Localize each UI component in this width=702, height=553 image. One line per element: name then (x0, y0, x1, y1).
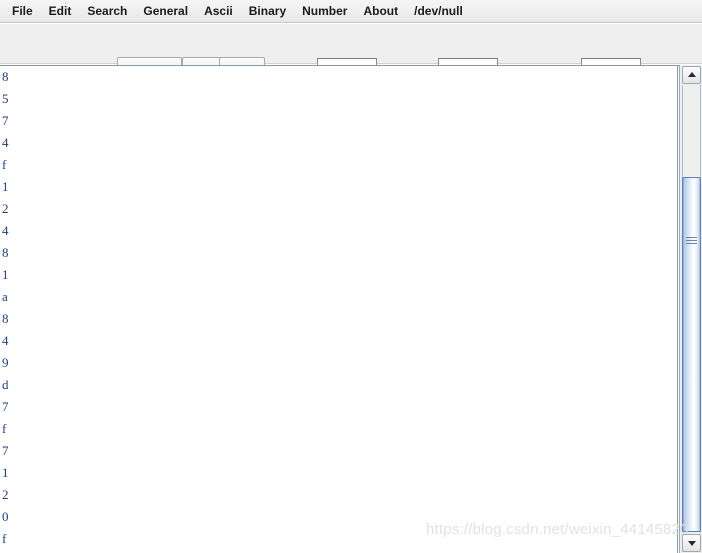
text-line: 4 (2, 333, 9, 348)
text-line: f (2, 421, 7, 436)
text-line: 2 (2, 487, 9, 502)
text-editor-pane: 8574f12481a849d7f7120f89c (0, 65, 702, 553)
text-line: f (2, 531, 7, 546)
text-line: a (2, 289, 8, 304)
menu-item-search[interactable]: Search (79, 2, 135, 20)
vertical-scrollbar[interactable] (679, 65, 702, 553)
text-line: 7 (2, 113, 9, 128)
scroll-down-arrow-icon (687, 541, 696, 546)
toolbar: History 7/7 Clear < > InRadix OutRadix B… (0, 24, 702, 82)
scroll-up-arrow-icon (687, 72, 696, 77)
text-line: 5 (2, 91, 9, 106)
text-line: 7 (2, 399, 9, 414)
scrollbar-grip-icon (686, 236, 697, 246)
text-line: 1 (2, 267, 9, 282)
text-line: 4 (2, 135, 9, 150)
scroll-up-button[interactable] (682, 66, 701, 84)
application-window: File Edit Search General Ascii Binary Nu… (0, 0, 702, 553)
menu-item-number[interactable]: Number (294, 2, 355, 20)
text-line: 9 (2, 355, 9, 370)
text-line: f (2, 157, 7, 172)
text-line: 4 (2, 223, 9, 238)
text-line: 2 (2, 201, 9, 216)
text-line: 7 (2, 443, 9, 458)
menu-item-file[interactable]: File (4, 2, 41, 20)
menu-item-about[interactable]: About (355, 2, 406, 20)
menu-item-edit[interactable]: Edit (41, 2, 80, 20)
text-line: 8 (2, 245, 9, 260)
menu-item-ascii[interactable]: Ascii (196, 2, 241, 20)
menu-bar: File Edit Search General Ascii Binary Nu… (0, 0, 702, 23)
menu-item-dev-null[interactable]: /dev/null (406, 2, 471, 20)
text-line: 8 (2, 311, 9, 326)
text-content: 8574f12481a849d7f7120f89c (2, 66, 9, 553)
scrollbar-thumb[interactable] (682, 177, 701, 532)
scroll-down-button[interactable] (682, 534, 701, 552)
text-line: 0 (2, 509, 9, 524)
text-line: 1 (2, 465, 9, 480)
text-editor-area[interactable]: 8574f12481a849d7f7120f89c (0, 66, 678, 553)
menu-item-general[interactable]: General (135, 2, 196, 20)
menu-item-binary[interactable]: Binary (241, 2, 294, 20)
text-line: d (2, 377, 9, 392)
text-line: 8 (2, 69, 9, 84)
text-line: 1 (2, 179, 9, 194)
